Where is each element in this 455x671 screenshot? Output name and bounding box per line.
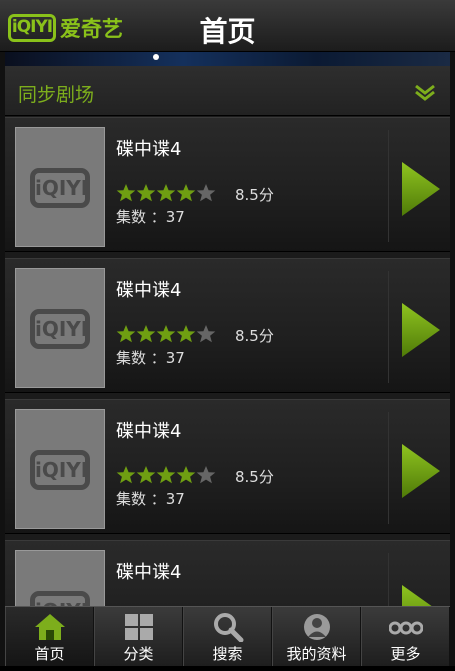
poster-thumbnail[interactable]: iQIYI [15, 127, 105, 247]
grid-icon [122, 612, 156, 642]
play-icon[interactable] [402, 444, 440, 498]
star-filled-icon [136, 465, 156, 485]
rating-score: 8.5分 [235, 186, 274, 204]
drama-title[interactable]: 碟中谍4 [116, 558, 181, 584]
nav-label: 搜索 [212, 645, 243, 663]
banner-strip[interactable] [5, 52, 450, 66]
star-filled-icon [176, 465, 196, 485]
page-title: 首页 [199, 15, 256, 48]
episode-count: 集数 ：37 [116, 490, 185, 508]
star-empty-icon [196, 324, 216, 344]
bottom-nav: 首页 分类 搜索 我的资料 更多 [5, 606, 450, 666]
nav-item-search[interactable]: 搜索 [183, 607, 272, 666]
banner-page-indicator [153, 54, 159, 60]
rating-stars [116, 324, 216, 344]
poster-thumbnail[interactable]: iQIYI [15, 268, 105, 388]
drama-card[interactable]: iQIYI 碟中谍4 8.5分 集数 ：37 [5, 258, 450, 393]
episode-count: 集数 ：37 [116, 208, 185, 226]
main-content: 同步剧场 iQIYI 碟中谍4 8.5分 集数 ：37 iQIYI 碟中谍4 8… [5, 66, 450, 606]
star-filled-icon [176, 183, 196, 203]
drama-title[interactable]: 碟中谍4 [116, 417, 181, 443]
divider [388, 412, 389, 524]
nav-item-more[interactable]: 更多 [361, 607, 450, 666]
rating-stars [116, 183, 216, 203]
star-filled-icon [176, 324, 196, 344]
play-icon[interactable] [402, 585, 440, 606]
drama-card[interactable]: iQIYI 碟中谍4 [5, 540, 450, 606]
drama-card[interactable]: iQIYI 碟中谍4 8.5分 集数 ：37 [5, 399, 450, 534]
double-chevron-down-icon[interactable] [414, 83, 436, 101]
drama-card[interactable]: iQIYI 碟中谍4 8.5分 集数 ：37 [5, 117, 450, 252]
star-filled-icon [136, 324, 156, 344]
poster-thumbnail[interactable]: iQIYI [15, 550, 105, 606]
nav-label: 分类 [123, 645, 154, 663]
section-header[interactable]: 同步剧场 [5, 66, 450, 116]
nav-label: 我的资料 [286, 645, 347, 663]
rating-stars [116, 465, 216, 485]
nav-item-home[interactable]: 首页 [5, 607, 94, 666]
nav-label: 更多 [390, 645, 421, 663]
star-filled-icon [116, 183, 136, 203]
star-empty-icon [196, 465, 216, 485]
play-icon[interactable] [402, 303, 440, 357]
star-filled-icon [156, 465, 176, 485]
star-filled-icon [156, 324, 176, 344]
placeholder-logo: iQIYI [30, 591, 90, 606]
placeholder-logo: iQIYI [30, 309, 90, 349]
drama-title[interactable]: 碟中谍4 [116, 135, 181, 161]
search-icon [211, 612, 245, 643]
episode-count: 集数 ：37 [116, 349, 185, 367]
divider [388, 553, 389, 606]
star-empty-icon [196, 183, 216, 203]
nav-item-user[interactable]: 我的资料 [272, 607, 361, 666]
divider [388, 130, 389, 242]
section-title: 同步剧场 [18, 84, 95, 106]
star-filled-icon [136, 183, 156, 203]
user-icon [300, 612, 334, 642]
app-header: iQIYI 爱奇艺 首页 [0, 0, 455, 52]
divider [388, 271, 389, 383]
play-icon[interactable] [402, 162, 440, 216]
rating-score: 8.5分 [235, 468, 274, 486]
poster-thumbnail[interactable]: iQIYI [15, 409, 105, 529]
screen-edge [0, 666, 455, 671]
home-icon [33, 612, 67, 642]
star-filled-icon [116, 465, 136, 485]
rating-score: 8.5分 [235, 327, 274, 345]
more-icon [388, 612, 423, 642]
drama-title[interactable]: 碟中谍4 [116, 276, 181, 302]
star-filled-icon [156, 183, 176, 203]
placeholder-logo: iQIYI [30, 168, 90, 208]
star-filled-icon [116, 324, 136, 344]
nav-label: 首页 [34, 645, 65, 663]
nav-item-grid[interactable]: 分类 [94, 607, 183, 666]
placeholder-logo: iQIYI [30, 450, 90, 490]
